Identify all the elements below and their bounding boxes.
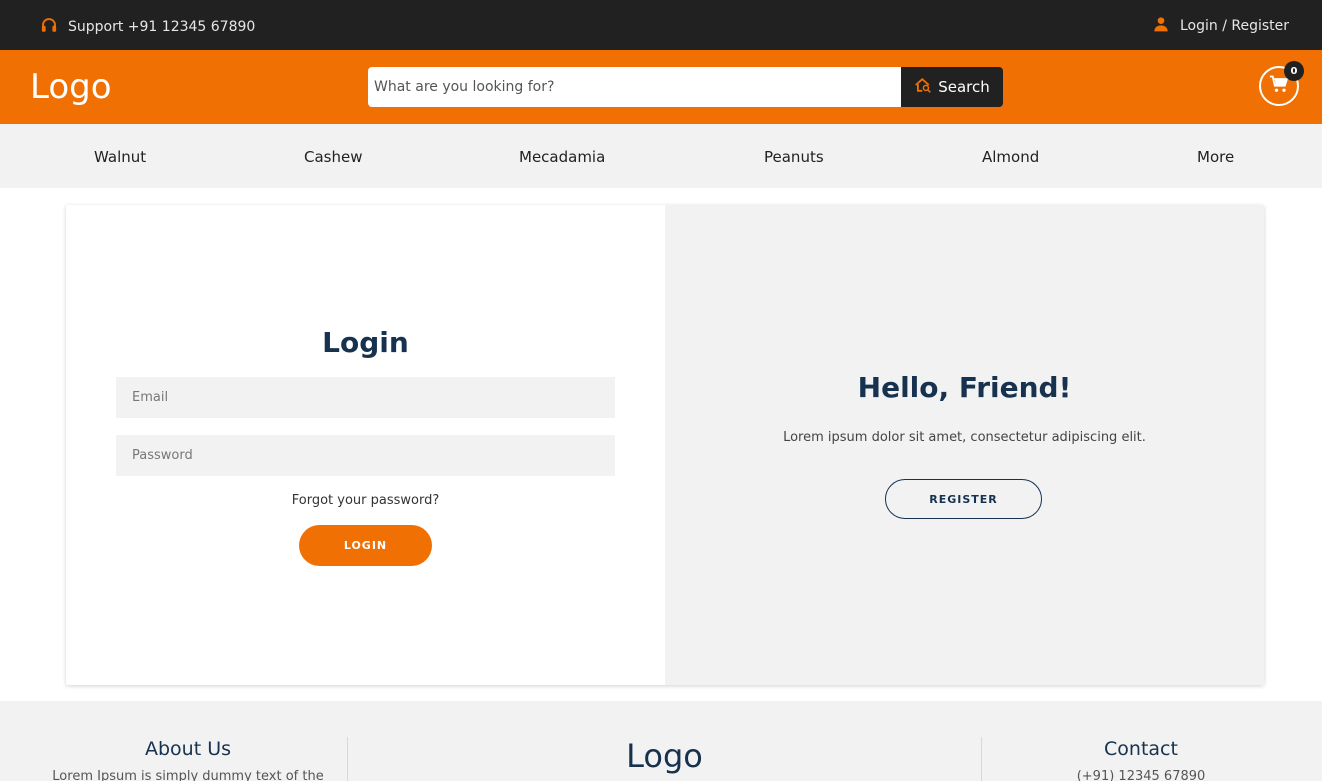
nav-item-cashew[interactable]: Cashew	[304, 148, 362, 166]
user-icon	[1153, 16, 1169, 36]
header: Logo Search 0	[0, 50, 1322, 124]
login-register-label: Login / Register	[1179, 18, 1289, 34]
home-search-icon	[914, 77, 932, 97]
cart-count-badge: 0	[1284, 61, 1304, 81]
password-field[interactable]	[116, 435, 615, 476]
nav-item-more[interactable]: More	[1197, 148, 1234, 166]
nav-item-peanuts[interactable]: Peanuts	[764, 148, 824, 166]
login-title: Login	[322, 326, 409, 359]
nav-item-walnut[interactable]: Walnut	[94, 148, 146, 166]
login-panel: Login Forgot your password? LOGIN	[66, 205, 665, 685]
welcome-title: Hello, Friend!	[857, 371, 1072, 404]
forgot-password-link[interactable]: Forgot your password?	[66, 493, 665, 508]
footer-contact-title: Contact	[1104, 738, 1178, 760]
email-field[interactable]	[116, 377, 615, 418]
login-register-link[interactable]: Login / Register	[1153, 16, 1289, 36]
welcome-text: Lorem ipsum dolor sit amet, consectetur …	[783, 430, 1146, 445]
footer-about-title: About Us	[144, 738, 232, 760]
search-button-label: Search	[938, 78, 990, 96]
top-bar: Support +91 12345 67890 Login / Register	[0, 0, 1322, 50]
support-text: Support +91 12345 67890	[68, 19, 256, 35]
auth-card: Login Forgot your password? LOGIN Hello,…	[66, 205, 1264, 685]
support-info: Support +91 12345 67890	[40, 16, 255, 38]
footer-logo[interactable]: Logo	[348, 737, 981, 775]
headphones-icon	[40, 16, 58, 38]
search-button[interactable]: Search	[901, 67, 1003, 107]
logo[interactable]: Logo	[30, 67, 112, 107]
register-button[interactable]: REGISTER	[885, 479, 1042, 519]
search-input[interactable]	[368, 67, 901, 107]
category-nav: Walnut Cashew Mecadamia Peanuts Almond M…	[0, 124, 1322, 188]
login-button[interactable]: LOGIN	[299, 525, 432, 566]
footer-about-text: Lorem Ipsum is simply dummy text of the	[52, 769, 324, 781]
welcome-panel: Hello, Friend! Lorem ipsum dolor sit ame…	[665, 205, 1264, 685]
nav-item-almond[interactable]: Almond	[982, 148, 1039, 166]
footer-contact-text: (+91) 12345 67890	[1076, 769, 1206, 781]
nav-item-mecadamia[interactable]: Mecadamia	[519, 148, 605, 166]
cart-button[interactable]: 0	[1259, 61, 1304, 106]
search-bar: Search	[368, 67, 1003, 107]
footer: About Us Lorem Ipsum is simply dummy tex…	[0, 701, 1322, 781]
